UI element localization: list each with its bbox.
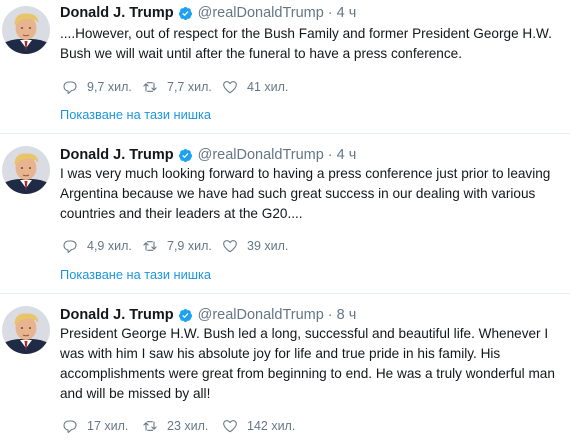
tweet-text-line: and will be missed by all! — [60, 386, 211, 401]
tweet-actions: 4,9 хил. 7,9 хил. 39 хил. — [62, 236, 288, 256]
tweet-text-line: accomplishments were great from beginnin… — [60, 366, 555, 381]
separator-dot: · — [327, 147, 333, 163]
retweet-button[interactable]: 7,7 хил. — [142, 79, 222, 95]
tweet-text: I was very much looking forward to havin… — [60, 164, 565, 224]
like-count: 142 хил. — [247, 419, 296, 433]
retweet-button[interactable]: 23 хил. — [142, 418, 222, 434]
retweet-button[interactable]: 7,9 хил. — [142, 238, 222, 254]
tweet-text-line: Bush we will wait until after the funera… — [60, 46, 462, 61]
author-name[interactable]: Donald J. Trump — [60, 5, 174, 21]
timeline: Donald J. Trump @realDonaldTrump · 4 ч .… — [0, 0, 570, 444]
heart-icon — [222, 238, 238, 254]
avatar[interactable] — [2, 306, 50, 354]
like-button[interactable]: 41 хил. — [222, 79, 288, 95]
heart-icon — [222, 418, 238, 434]
tweet-text-line: President George H.W. Bush led a long, s… — [60, 326, 549, 341]
retweet-count: 7,7 хил. — [167, 80, 212, 94]
tweet-timestamp[interactable]: 4 ч — [337, 5, 357, 21]
retweet-count: 7,9 хил. — [167, 239, 212, 253]
retweet-count: 23 хил. — [167, 419, 209, 433]
author-handle[interactable]: @realDonaldTrump — [198, 147, 324, 163]
tweet-text-line: countries and their leaders at the G20..… — [60, 206, 303, 221]
reply-button[interactable]: 4,9 хил. — [62, 238, 142, 254]
like-count: 39 хил. — [247, 239, 289, 253]
verified-badge-icon — [178, 148, 193, 163]
verified-badge-icon — [178, 6, 193, 21]
show-thread-link[interactable]: Показване на тази нишка — [60, 107, 211, 122]
author-name[interactable]: Donald J. Trump — [60, 307, 174, 323]
like-button[interactable]: 142 хил. — [222, 418, 295, 434]
heart-icon — [222, 79, 238, 95]
tweet[interactable]: Donald J. Trump @realDonaldTrump · 8 ч P… — [0, 294, 570, 444]
reply-icon — [62, 238, 78, 254]
separator-dot: · — [327, 307, 333, 323]
like-button[interactable]: 39 хил. — [222, 238, 288, 254]
tweet-text-line: ....However, out of respect for the Bush… — [60, 26, 552, 41]
reply-count: 9,7 хил. — [87, 80, 132, 94]
reply-count: 4,9 хил. — [87, 239, 132, 253]
tweet-header: Donald J. Trump @realDonaldTrump · 4 ч — [60, 3, 356, 23]
avatar[interactable] — [2, 6, 50, 54]
like-count: 41 хил. — [247, 80, 289, 94]
retweet-icon — [142, 418, 158, 434]
author-handle[interactable]: @realDonaldTrump — [198, 5, 324, 21]
tweet-timestamp[interactable]: 8 ч — [337, 307, 357, 323]
retweet-icon — [142, 238, 158, 254]
tweet-text: President George H.W. Bush led a long, s… — [60, 324, 565, 404]
tweet-header: Donald J. Trump @realDonaldTrump · 4 ч — [60, 145, 356, 165]
verified-badge-icon — [178, 308, 193, 323]
tweet-actions: 17 хил. 23 хил. 142 хил. — [62, 416, 295, 436]
tweet-actions: 9,7 хил. 7,7 хил. 41 хил. — [62, 77, 288, 97]
retweet-icon — [142, 79, 158, 95]
tweet-text-line: was with him I saw his absolute joy for … — [60, 346, 501, 361]
author-name[interactable]: Donald J. Trump — [60, 147, 174, 163]
tweet-text-line: Argentina because we have had such great… — [60, 186, 536, 201]
reply-count: 17 хил. — [87, 419, 129, 433]
avatar[interactable] — [2, 146, 50, 194]
author-handle[interactable]: @realDonaldTrump — [198, 307, 324, 323]
show-thread-link[interactable]: Показване на тази нишка — [60, 267, 211, 282]
tweet[interactable]: Donald J. Trump @realDonaldTrump · 4 ч .… — [0, 0, 570, 134]
tweet[interactable]: Donald J. Trump @realDonaldTrump · 4 ч I… — [0, 134, 570, 294]
reply-icon — [62, 418, 78, 434]
reply-icon — [62, 79, 78, 95]
reply-button[interactable]: 9,7 хил. — [62, 79, 142, 95]
tweet-text: ....However, out of respect for the Bush… — [60, 24, 565, 64]
reply-button[interactable]: 17 хил. — [62, 418, 142, 434]
tweet-text-line: I was very much looking forward to havin… — [60, 166, 551, 181]
separator-dot: · — [327, 5, 333, 21]
tweet-timestamp[interactable]: 4 ч — [337, 147, 357, 163]
tweet-header: Donald J. Trump @realDonaldTrump · 8 ч — [60, 305, 356, 325]
